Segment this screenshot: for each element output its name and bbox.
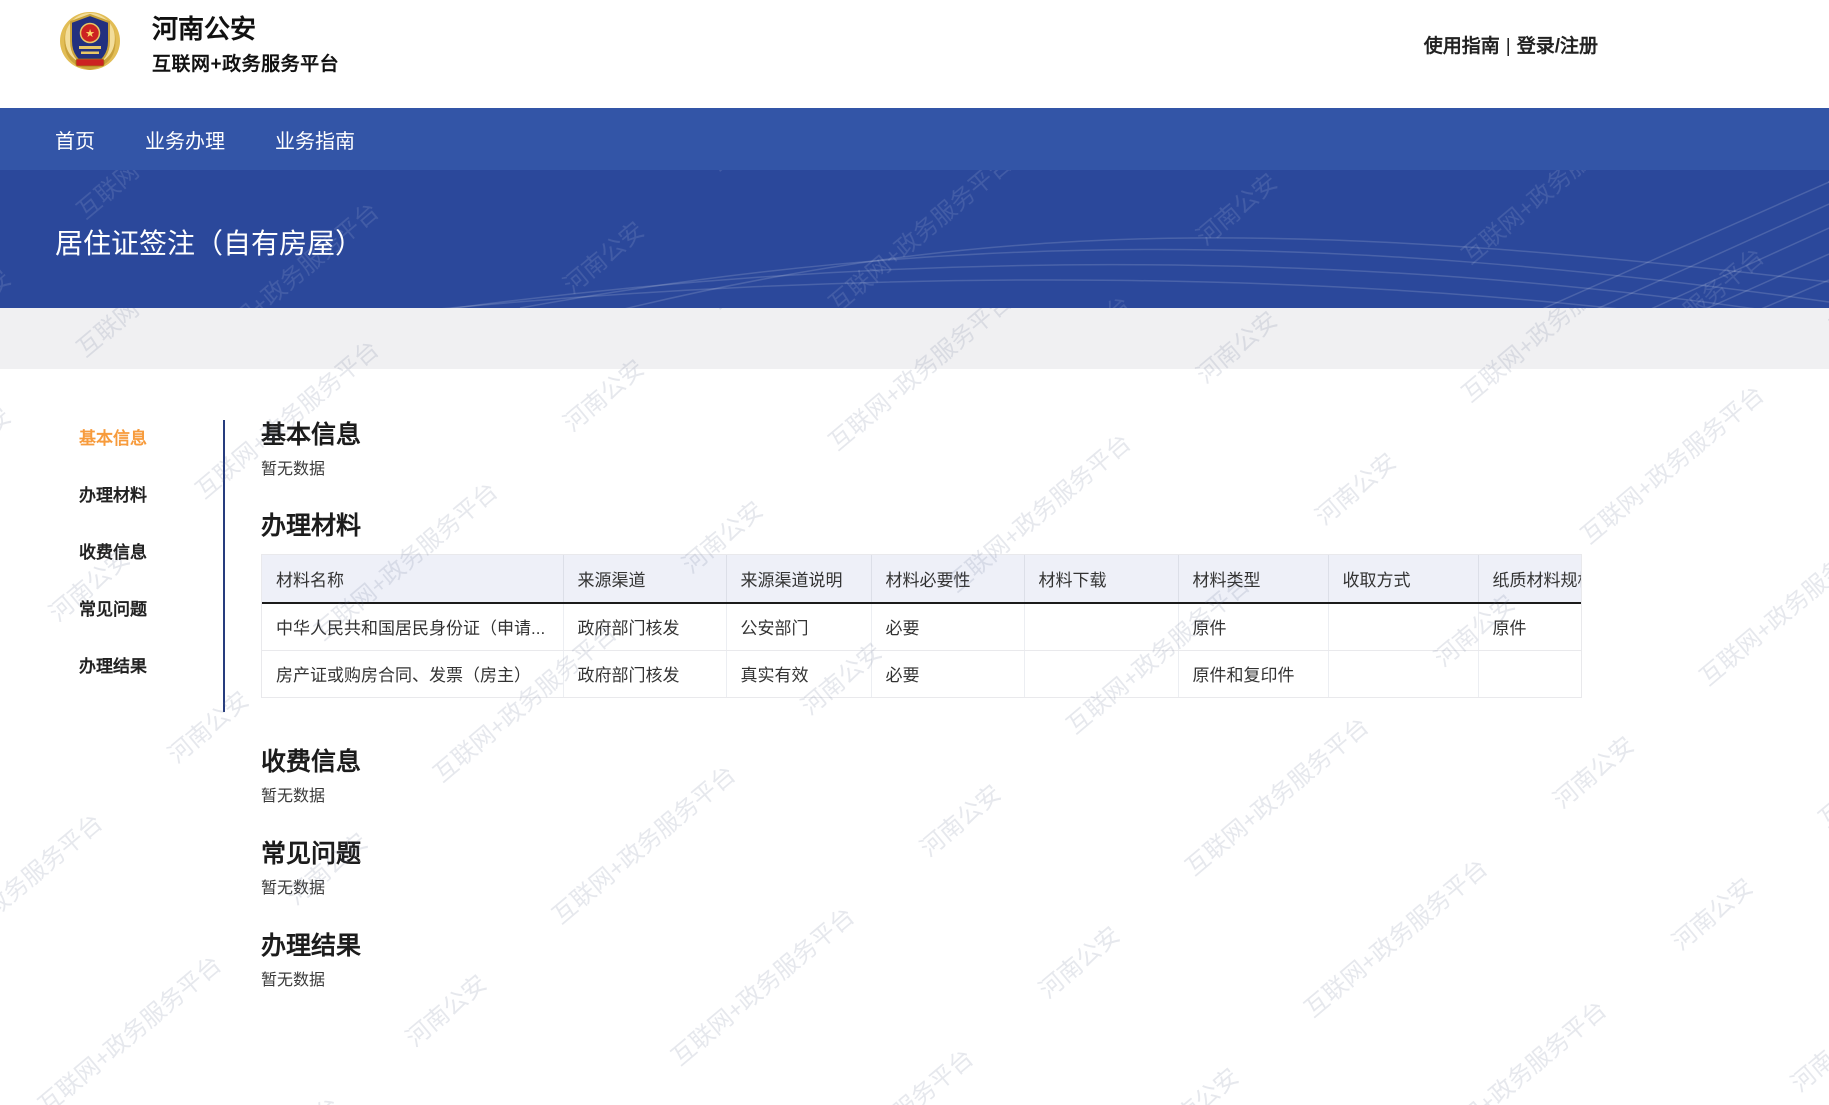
cell: 公安部门 — [726, 603, 871, 650]
cell — [1478, 650, 1582, 697]
header: ★ 河南公安 互联网+政务服务平台 使用指南 | 登录/注册 — [0, 0, 1829, 108]
materials-heading: 办理材料 — [261, 513, 1582, 540]
brand-title: 河南公安 — [152, 14, 339, 44]
cell: 原件 — [1178, 603, 1328, 650]
police-badge-logo: ★ — [52, 8, 128, 72]
cell: 原件 — [1478, 603, 1582, 650]
action-bar — [0, 308, 1829, 369]
basic-info-empty-text: 暂无数据 — [261, 461, 1582, 479]
cell: 政府部门核发 — [563, 650, 726, 697]
col-collect-method: 收取方式 — [1328, 555, 1478, 603]
cell — [1328, 650, 1478, 697]
cell: 中华人民共和国居民身份证（申请... — [262, 603, 563, 650]
cell: 原件和复印件 — [1178, 650, 1328, 697]
result-heading: 办理结果 — [261, 933, 1582, 960]
sidebar-item-result[interactable]: 办理结果 — [79, 658, 147, 675]
col-source-channel: 来源渠道 — [563, 555, 726, 603]
sidebar-item-faq[interactable]: 常见问题 — [79, 601, 147, 618]
col-material-name: 材料名称 — [262, 555, 563, 603]
login-register-link[interactable]: 登录/注册 — [1517, 36, 1598, 57]
usage-guide-link[interactable]: 使用指南 — [1424, 36, 1500, 57]
sidebar-item-basic-info[interactable]: 基本信息 — [79, 430, 147, 447]
fees-empty-text: 暂无数据 — [261, 788, 1582, 806]
cell — [1024, 650, 1178, 697]
cell: 必要 — [871, 603, 1024, 650]
header-links: 使用指南 | 登录/注册 — [1424, 31, 1598, 58]
table-row: 中华人民共和国居民身份证（申请... 政府部门核发 公安部门 必要 原件 原件 — [262, 603, 1582, 650]
materials-table: 材料名称 来源渠道 来源渠道说明 材料必要性 材料下载 材料类型 收取方式 纸质… — [262, 555, 1582, 697]
col-download: 材料下载 — [1024, 555, 1178, 603]
main-content: 基本信息 暂无数据 办理材料 材料名称 来源渠道 来源渠道说明 材料必要性 材料… — [261, 422, 1582, 990]
faq-empty-text: 暂无数据 — [261, 880, 1582, 898]
col-necessity: 材料必要性 — [871, 555, 1024, 603]
sidebar-item-materials[interactable]: 办理材料 — [79, 487, 147, 504]
col-paper-spec: 纸质材料规格 — [1478, 555, 1582, 603]
nav-item-business-handling[interactable]: 业务办理 — [145, 125, 225, 154]
materials-table-container: 材料名称 来源渠道 来源渠道说明 材料必要性 材料下载 材料类型 收取方式 纸质… — [261, 554, 1582, 698]
section-sidebar: 基本信息 办理材料 收费信息 常见问题 办理结果 — [79, 430, 147, 715]
table-row: 房产证或购房合同、发票（房主） 政府部门核发 真实有效 必要 原件和复印件 — [262, 650, 1582, 697]
col-material-type: 材料类型 — [1178, 555, 1328, 603]
cell: 政府部门核发 — [563, 603, 726, 650]
main-nav: 首页 业务办理 业务指南 — [0, 108, 1829, 170]
table-header-row: 材料名称 来源渠道 来源渠道说明 材料必要性 材料下载 材料类型 收取方式 纸质… — [262, 555, 1582, 603]
page-title: 居住证签注（自有房屋） — [55, 222, 363, 262]
nav-item-business-guide[interactable]: 业务指南 — [275, 125, 355, 154]
col-source-channel-desc: 来源渠道说明 — [726, 555, 871, 603]
cell: 房产证或购房合同、发票（房主） — [262, 650, 563, 697]
brand-block: 河南公安 互联网+政务服务平台 — [152, 14, 339, 76]
sidebar-item-fees[interactable]: 收费信息 — [79, 544, 147, 561]
brand-subtitle: 互联网+政务服务平台 — [152, 49, 339, 76]
nav-item-home[interactable]: 首页 — [55, 125, 95, 154]
fees-heading: 收费信息 — [261, 749, 1582, 776]
cell: 必要 — [871, 650, 1024, 697]
cell — [1024, 603, 1178, 650]
result-empty-text: 暂无数据 — [261, 972, 1582, 990]
faq-heading: 常见问题 — [261, 841, 1582, 868]
basic-info-heading: 基本信息 — [261, 422, 1582, 449]
link-separator: | — [1506, 36, 1511, 57]
cell: 真实有效 — [726, 650, 871, 697]
sidebar-divider — [223, 420, 225, 712]
cell — [1328, 603, 1478, 650]
svg-text:★: ★ — [85, 28, 95, 40]
